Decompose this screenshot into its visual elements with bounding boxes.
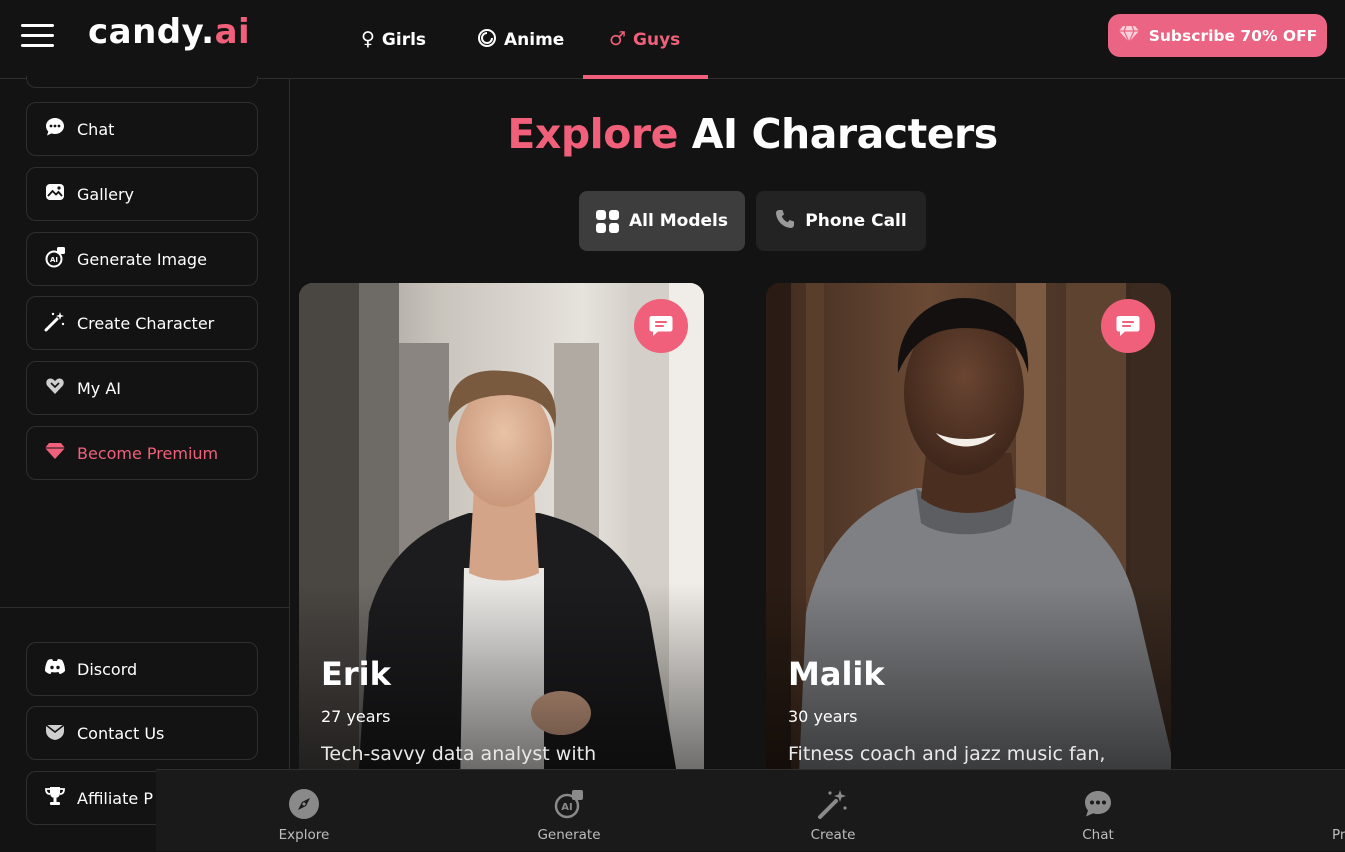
nav-anime[interactable]: Anime xyxy=(477,0,564,79)
sidebar-item-create-character[interactable]: Create Character xyxy=(26,296,258,350)
sidebar-item-gallery[interactable]: Gallery xyxy=(26,167,258,221)
character-name: Malik xyxy=(788,655,885,693)
swirl-icon xyxy=(477,28,497,52)
sidebar-item-my-ai[interactable]: My AI xyxy=(26,361,258,415)
sidebar-item-contact-us[interactable]: Contact Us xyxy=(26,706,258,760)
character-age: 27 years xyxy=(321,707,391,726)
character-age: 30 years xyxy=(788,707,858,726)
tab-all-models[interactable]: All Models xyxy=(579,191,745,251)
bottom-nav-explore[interactable]: Explore xyxy=(244,770,364,852)
magic-wand-icon xyxy=(816,787,850,821)
chat-bubble-icon xyxy=(649,316,673,336)
sidebar-item-discord[interactable]: Discord xyxy=(26,642,258,696)
chat-button[interactable] xyxy=(1101,299,1155,353)
grid-icon xyxy=(596,209,619,233)
sidebar: Chat Gallery AI Generate Image Create Ch… xyxy=(0,76,290,851)
sidebar-item-become-premium[interactable]: Become Premium xyxy=(26,426,258,480)
trophy-icon xyxy=(44,785,66,812)
bottom-nav-create[interactable]: Create xyxy=(773,770,893,852)
hamburger-menu-icon[interactable] xyxy=(21,24,54,48)
chat-bubble-icon xyxy=(1116,316,1140,336)
character-description: Tech-savvy data analyst with xyxy=(321,743,597,765)
svg-text:AI: AI xyxy=(561,802,572,813)
nav-guys[interactable]: ♂ Guys xyxy=(609,0,680,79)
bottom-nav-generate[interactable]: AI Generate xyxy=(509,770,629,852)
logo[interactable]: candy.ai xyxy=(88,12,250,52)
character-name: Erik xyxy=(321,655,391,693)
male-symbol-icon: ♂ xyxy=(609,28,627,50)
heart-icon xyxy=(44,376,66,401)
sidebar-item-chat[interactable]: Chat xyxy=(26,102,258,156)
bottom-nav-premium[interactable]: Pr xyxy=(1274,770,1345,852)
subscribe-button[interactable]: Subscribe 70% OFF xyxy=(1108,14,1327,57)
sidebar-item-hidden[interactable] xyxy=(26,76,258,88)
chat-button[interactable] xyxy=(634,299,688,353)
bottom-nav-chat[interactable]: Chat xyxy=(1038,770,1158,852)
diamond-icon xyxy=(1118,25,1140,47)
gallery-icon xyxy=(44,182,66,207)
svg-text:AI: AI xyxy=(50,256,58,264)
compass-icon xyxy=(287,787,321,821)
chat-bubble-icon xyxy=(1081,787,1115,821)
sidebar-divider xyxy=(0,607,290,608)
phone-icon xyxy=(775,209,795,234)
page-title: Explore AI Characters xyxy=(507,110,998,158)
female-symbol-icon: ♀ xyxy=(361,28,375,50)
top-header: candy.ai ♀ Girls Anime ♂ Guys Subscribe … xyxy=(0,0,1345,79)
character-card-malik[interactable]: Malik 30 years Fitness coach and jazz mu… xyxy=(766,283,1171,843)
chat-bubble-icon xyxy=(44,117,66,142)
generate-image-icon: AI xyxy=(44,246,66,273)
diamond-icon xyxy=(44,442,66,465)
generate-icon: AI xyxy=(552,787,586,821)
sidebar-item-generate-image[interactable]: AI Generate Image xyxy=(26,232,258,286)
active-tab-indicator xyxy=(583,75,708,79)
nav-girls[interactable]: ♀ Girls xyxy=(361,0,426,79)
character-card-erik[interactable]: Erik 27 years Tech-savvy data analyst wi… xyxy=(299,283,704,843)
contact-icon xyxy=(44,721,66,746)
discord-icon xyxy=(44,658,66,681)
bottom-nav: Explore AI Generate Create Chat Pr xyxy=(156,769,1345,851)
tab-phone-call[interactable]: Phone Call xyxy=(756,191,926,251)
magic-wand-icon xyxy=(44,310,66,337)
character-description: Fitness coach and jazz music fan, xyxy=(788,743,1106,765)
